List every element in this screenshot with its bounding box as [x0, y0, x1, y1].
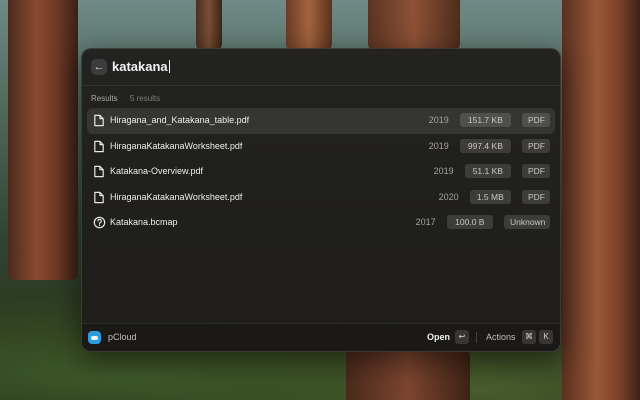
footer-divider — [476, 332, 477, 343]
result-row[interactable]: HiraganaKatakanaWorksheet.pdf 2019 997.4 K… — [87, 134, 555, 160]
result-row[interactable]: HiraganaKatakanaWorksheet.pdf 2020 1.5 MB P… — [87, 185, 555, 211]
result-name: Hiragana_and_Katakana_table.pdf — [110, 115, 250, 125]
result-year: 2019 — [428, 140, 449, 151]
k-key-icon: K — [539, 330, 553, 344]
result-row[interactable]: Hiragana_and_Katakana_table.pdf 2019 151.7… — [87, 108, 555, 134]
type-badge: PDF — [522, 113, 550, 127]
command-key-icon: ⌘ — [522, 330, 536, 344]
file-icon — [93, 114, 105, 127]
result-name: Katakana-Overview.pdf — [110, 166, 204, 176]
result-row[interactable]: Katakana-Overview.pdf 2019 51.1 KB PDF — [87, 159, 555, 185]
search-input[interactable]: katakana — [112, 59, 170, 74]
results-count: 5 results — [129, 94, 161, 103]
size-badge: 51.1 KB — [464, 164, 511, 178]
launcher-window: ← katakana Results 5 results Hiragana_an… — [81, 48, 561, 352]
app-name: pCloud — [108, 332, 137, 342]
return-key-icon: ↩ — [455, 330, 469, 344]
file-icon — [93, 140, 105, 153]
size-badge: 100.0 B — [446, 215, 493, 229]
result-year: 2020 — [438, 191, 459, 202]
footer-bar: pCloud Open ↩ Actions ⌘ K — [82, 323, 560, 351]
result-name: HiraganaKatakanaWorksheet.pdf — [110, 140, 243, 151]
file-icon — [93, 191, 105, 204]
result-name: HiraganaKatakanaWorksheet.pdf — [110, 191, 243, 202]
result-name: Katakana.bcmap — [110, 217, 178, 227]
section-title: Results — [91, 94, 118, 103]
file-icon — [93, 165, 105, 178]
question-circle-icon — [93, 216, 106, 229]
pcloud-logo-icon — [88, 331, 101, 344]
results-section-header: Results 5 results — [91, 94, 160, 103]
results-list: Hiragana_and_Katakana_table.pdf 2019 151.7… — [87, 108, 555, 236]
back-arrow-icon[interactable]: ← — [91, 59, 107, 75]
type-badge: PDF — [522, 189, 550, 204]
result-year: 2019 — [433, 166, 454, 176]
size-badge: 151.7 KB — [459, 113, 511, 127]
size-badge: 997.4 KB — [459, 138, 511, 153]
size-badge: 1.5 MB — [469, 189, 511, 204]
actions-button[interactable]: Actions — [486, 332, 516, 342]
type-badge: Unknown — [504, 215, 550, 229]
search-bar: ← katakana — [82, 49, 560, 86]
result-year: 2017 — [415, 217, 436, 227]
open-button[interactable]: Open — [427, 332, 450, 342]
type-badge: PDF — [522, 138, 550, 153]
type-badge: PDF — [522, 164, 550, 178]
result-year: 2019 — [428, 115, 449, 125]
result-row[interactable]: Katakana.bcmap 2017 100.0 B Unknown — [87, 210, 555, 236]
